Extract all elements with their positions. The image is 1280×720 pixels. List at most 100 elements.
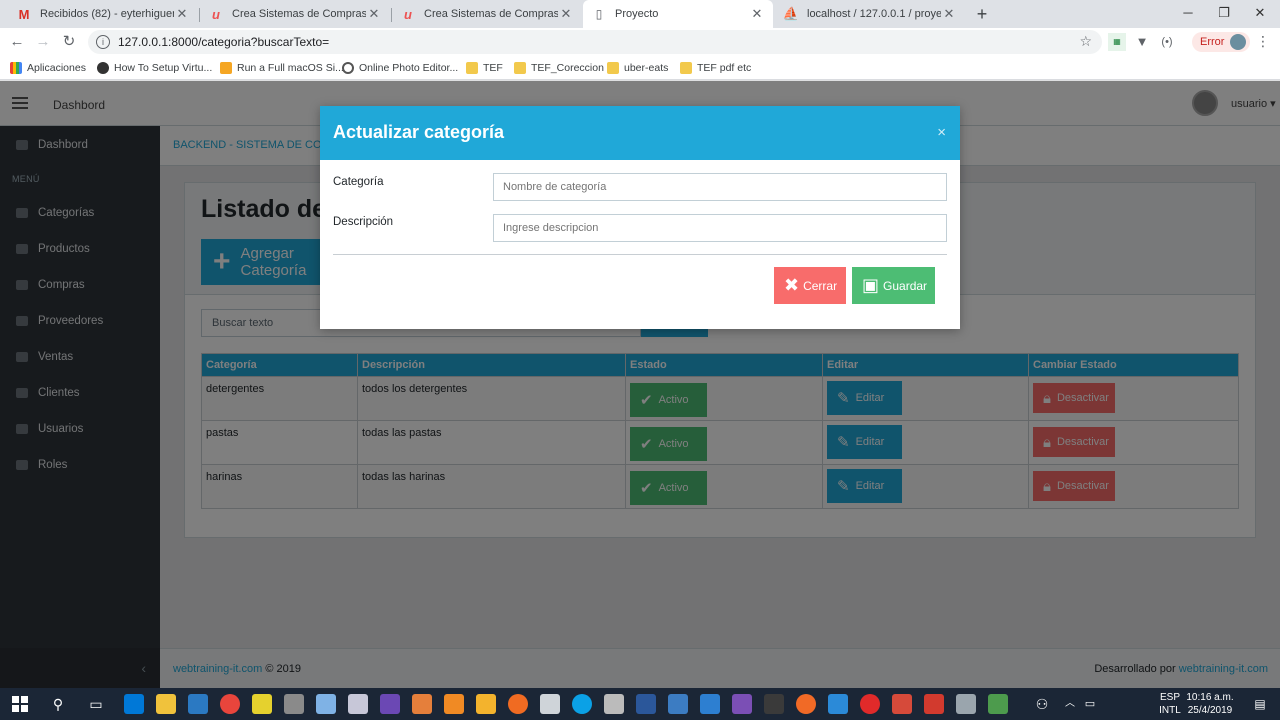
app-icon[interactable] — [860, 694, 880, 714]
app-icon[interactable] — [476, 694, 496, 714]
bookmark-label: TEF pdf etc — [697, 62, 752, 74]
back-arrow-icon[interactable]: ← — [6, 32, 28, 52]
bookmark-label: Run a Full macOS Si... — [237, 62, 344, 74]
browser-tab[interactable]: ⛵ localhost / 127.0.0.1 / proyectolar ✕ — [775, 0, 965, 28]
vlc-icon[interactable] — [444, 694, 464, 714]
windows-start-icon[interactable] — [12, 696, 28, 712]
extension-v-icon[interactable]: ▼ — [1134, 33, 1150, 51]
bookmark-folder[interactable]: TEF_Coreccion — [514, 60, 604, 76]
profile-error-pill[interactable]: Error — [1192, 32, 1250, 52]
bookmark-label: uber-eats — [624, 62, 669, 74]
clock-date: 25/4/2019 — [1187, 705, 1233, 716]
firefox-icon[interactable] — [508, 694, 528, 714]
tools-icon[interactable] — [284, 694, 304, 714]
forward-arrow-icon[interactable]: → — [32, 32, 54, 52]
app-icon[interactable] — [956, 694, 976, 714]
close-button[interactable]: ✖ Cerrar — [774, 267, 846, 304]
maximize-button[interactable]: ❐ — [1207, 0, 1241, 28]
app-icon[interactable] — [252, 694, 272, 714]
notifications-icon[interactable]: ▤ — [1250, 694, 1270, 714]
tab-title: localhost / 127.0.0.1 / proyectolar — [807, 8, 941, 20]
app-icon[interactable] — [316, 694, 336, 714]
task-view-icon[interactable]: ▭ — [86, 694, 106, 714]
bookmark-apps[interactable]: Aplicaciones — [10, 60, 86, 76]
tray-chevron-icon[interactable]: ︿ — [1060, 694, 1080, 714]
modal-header: Actualizar categoría × — [320, 106, 960, 160]
close-tab-icon[interactable]: ✕ — [366, 6, 382, 22]
update-category-modal: Actualizar categoría × Categoría Descrip… — [320, 106, 960, 329]
bookmark-folder[interactable]: TEF pdf etc — [680, 60, 751, 76]
phpstorm-icon[interactable] — [732, 694, 752, 714]
save-button[interactable]: ▣ Guardar — [852, 267, 935, 304]
tab-title: Recibidos (82) - eyterhiguera@gm — [40, 8, 174, 20]
app-icon[interactable] — [828, 694, 848, 714]
category-name-input[interactable] — [493, 173, 947, 201]
new-tab-button[interactable]: + — [972, 4, 992, 24]
modal-close-icon[interactable]: × — [937, 124, 946, 141]
bookmark-label: Online Photo Editor... — [359, 62, 459, 74]
app-icon[interactable] — [892, 694, 912, 714]
extension-new-icon[interactable]: ▦ — [1108, 33, 1126, 51]
browser-tab-active[interactable]: ▯ Proyecto ✕ — [583, 0, 773, 28]
tray-icons[interactable]: ▭ ☁ ◔ 🔈︎ — [1080, 694, 1100, 720]
gmail-icon: M — [18, 6, 30, 22]
keyboard-language[interactable]: ESP INTL — [1156, 691, 1184, 717]
file-explorer-icon[interactable] — [156, 694, 176, 714]
app-icon[interactable] — [572, 694, 592, 714]
browser-tab[interactable]: u Crea Sistemas de Compras - Vent ✕ — [392, 0, 582, 28]
mail-icon[interactable] — [540, 694, 560, 714]
app-icon[interactable] — [924, 694, 944, 714]
clock[interactable]: 10:16 a.m. 25/4/2019 — [1186, 691, 1234, 717]
browser-tab[interactable]: u Crea Sistemas de Compras - Vent ✕ — [200, 0, 390, 28]
store-icon[interactable] — [188, 694, 208, 714]
save-button-label: Guardar — [883, 278, 928, 293]
folder-icon — [514, 62, 526, 74]
url-text: 127.0.0.1:8000/categoria?buscarTexto= — [118, 35, 330, 49]
udemy-icon: u — [404, 6, 412, 22]
terminal-icon[interactable] — [764, 694, 784, 714]
reload-icon[interactable]: ↻ — [58, 32, 80, 52]
bookmark-item[interactable]: How To Setup Virtu... — [97, 60, 212, 76]
chrome-icon[interactable] — [220, 694, 240, 714]
close-tab-icon[interactable]: ✕ — [941, 6, 957, 22]
app-icon[interactable] — [668, 694, 688, 714]
page-icon: ▯ — [595, 7, 603, 21]
search-icon[interactable]: ⚲ — [48, 694, 68, 714]
edge-icon[interactable] — [124, 694, 144, 714]
profile-error-label: Error — [1200, 36, 1225, 48]
browser-menu-icon[interactable]: ⋮ — [1256, 33, 1270, 50]
word-icon[interactable] — [636, 694, 656, 714]
bookmark-site-icon — [342, 62, 354, 74]
app-page: Dashbord usuario ▾ Dashbord MENÚ Categor… — [0, 81, 1280, 688]
bookmark-folder[interactable]: uber-eats — [607, 60, 668, 76]
browser-tabstrip: M Recibidos (82) - eyterhiguera@gm ✕ u C… — [0, 0, 1280, 28]
description-label: Descripción — [333, 216, 394, 228]
extension-broadcast-icon[interactable]: (•) — [1158, 33, 1176, 51]
clock-time: 10:16 a.m. — [1186, 692, 1234, 703]
bookmark-star-icon[interactable]: ☆ — [1079, 33, 1092, 50]
vscode-icon[interactable] — [700, 694, 720, 714]
app-icon[interactable] — [604, 694, 624, 714]
app-icon[interactable] — [988, 694, 1008, 714]
minimize-button[interactable]: ─ — [1171, 0, 1205, 28]
close-window-button[interactable]: ✕ — [1243, 0, 1277, 28]
bookmark-label: Aplicaciones — [27, 62, 86, 74]
app-icon[interactable] — [412, 694, 432, 714]
close-tab-icon[interactable]: ✕ — [558, 6, 574, 22]
browser-tab[interactable]: M Recibidos (82) - eyterhiguera@gm ✕ — [8, 0, 198, 28]
description-input[interactable] — [493, 214, 947, 242]
bookmark-item[interactable]: Run a Full macOS Si... — [220, 60, 344, 76]
close-tab-icon[interactable]: ✕ — [174, 6, 190, 22]
close-tab-icon[interactable]: ✕ — [749, 6, 765, 22]
address-bar[interactable]: i 127.0.0.1:8000/categoria?buscarTexto= … — [88, 30, 1102, 54]
bookmark-label: TEF — [483, 62, 503, 74]
visual-studio-icon[interactable] — [380, 694, 400, 714]
bookmark-folder[interactable]: TEF — [466, 60, 503, 76]
app-icon[interactable] — [348, 694, 368, 714]
language-label: ESP — [1159, 692, 1180, 703]
people-icon[interactable]: ⚇ — [1032, 694, 1052, 714]
modal-divider — [333, 254, 947, 255]
app-icon[interactable] — [796, 694, 816, 714]
info-icon[interactable]: i — [96, 35, 110, 49]
bookmark-item[interactable]: Online Photo Editor... — [342, 60, 458, 76]
